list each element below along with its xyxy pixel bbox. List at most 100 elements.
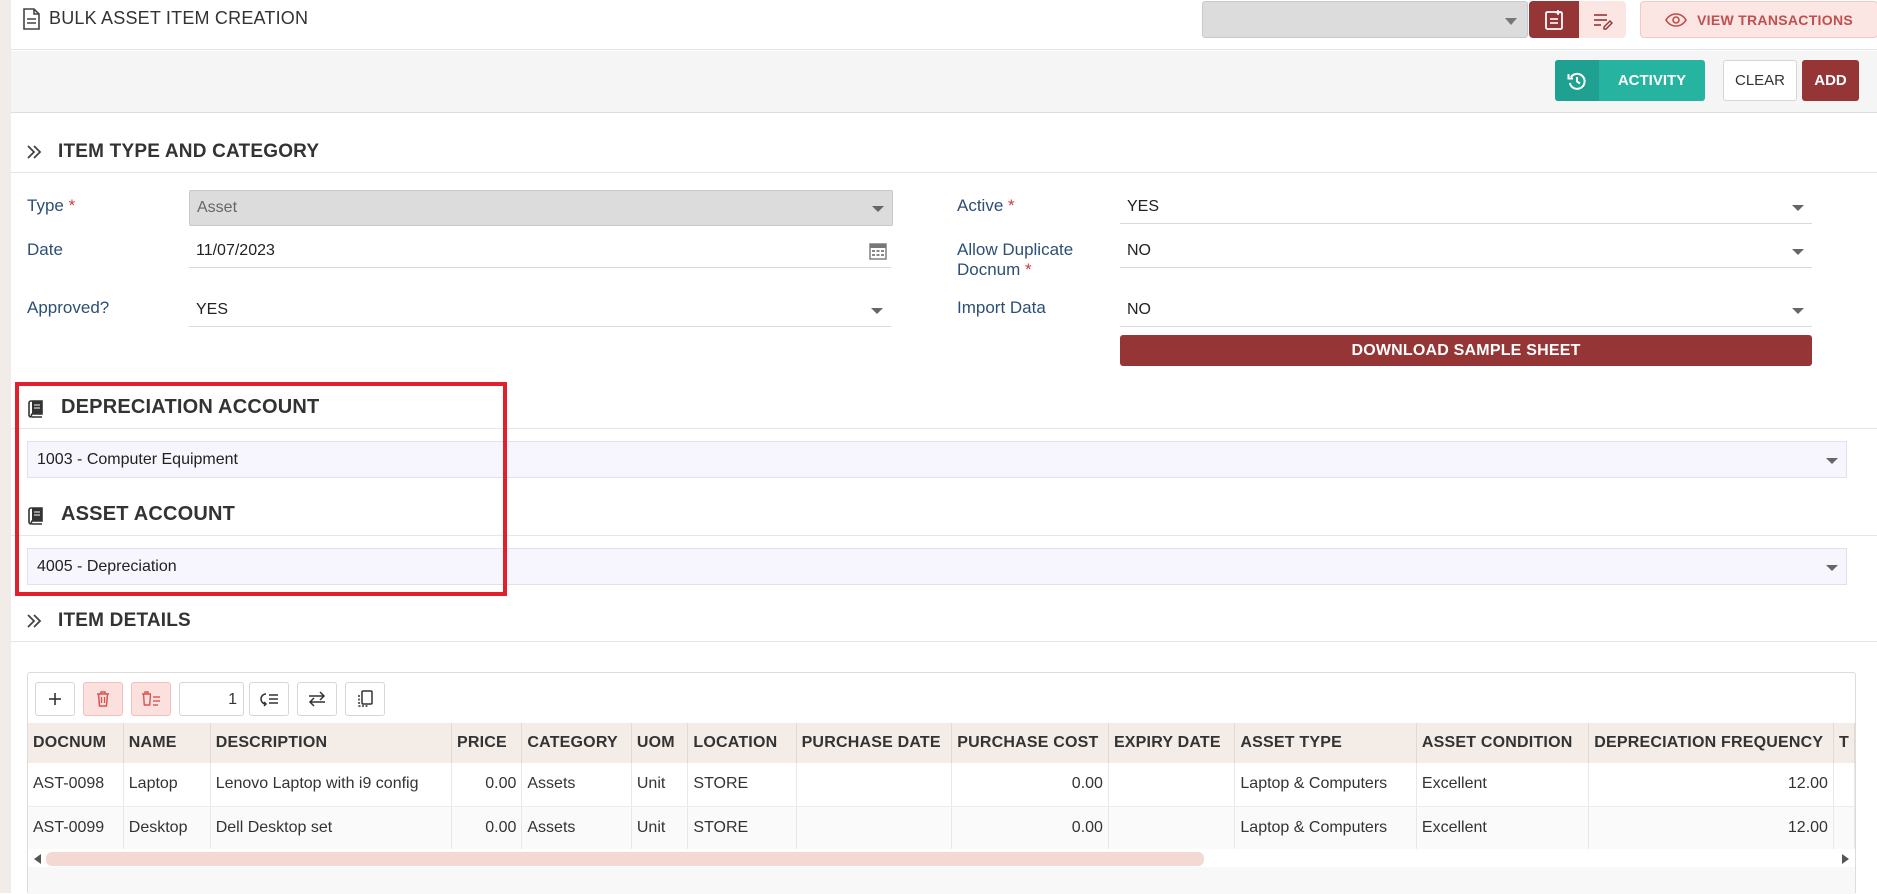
cell-description[interactable]: Lenovo Laptop with i9 config: [210, 763, 452, 807]
cell-t[interactable]: [1833, 806, 1856, 850]
row-count-input[interactable]: 1: [179, 682, 244, 716]
cell-t[interactable]: [1833, 763, 1856, 807]
depreciation-account-title: DEPRECIATION ACCOUNT: [61, 396, 320, 418]
chevron-down-icon: [1826, 458, 1838, 464]
chevron-down-icon: [871, 308, 883, 314]
book-icon: [27, 507, 45, 530]
scroll-left-arrow-icon[interactable]: [34, 854, 41, 864]
column-header[interactable]: ASSET CONDITION: [1416, 723, 1590, 763]
active-label-text: Active: [957, 196, 1004, 215]
column-header[interactable]: PURCHASE DATE: [796, 723, 953, 763]
import-data-select[interactable]: NO: [1120, 293, 1812, 327]
approved-label: Approved?: [27, 298, 110, 317]
column-header[interactable]: CATEGORY: [521, 723, 632, 763]
cell-price[interactable]: 0.00: [451, 806, 523, 850]
add-button[interactable]: ADD: [1802, 60, 1859, 101]
eye-icon: [1665, 12, 1687, 27]
cell-uom[interactable]: Unit: [631, 763, 689, 807]
top-dropdown[interactable]: [1202, 1, 1528, 38]
cell-category[interactable]: Assets: [521, 806, 632, 850]
horizontal-scrollbar[interactable]: [28, 849, 1855, 867]
item-type-section-header[interactable]: ITEM TYPE AND CATEGORY: [11, 133, 1877, 173]
cell-uom[interactable]: Unit: [631, 806, 689, 850]
cell-location[interactable]: STORE: [687, 806, 797, 850]
item-details-grid: 1 DOCNUM NAME DESCRIPTION PRICE CATEGORY…: [27, 672, 1856, 894]
column-header[interactable]: LOCATION: [687, 723, 797, 763]
activity-button[interactable]: ACTIVITY: [1555, 60, 1705, 101]
edit-list-button[interactable]: [1579, 1, 1626, 38]
item-details-section-header[interactable]: ITEM DETAILS: [11, 602, 1877, 642]
cell-asset-type[interactable]: Laptop & Computers: [1234, 763, 1417, 807]
column-header[interactable]: ASSET TYPE: [1234, 723, 1417, 763]
required-marker: *: [1025, 260, 1032, 279]
cell-name[interactable]: Desktop: [123, 806, 211, 850]
add-row-button[interactable]: [35, 682, 75, 716]
chevron-down-icon: [1792, 249, 1804, 255]
column-header[interactable]: DOCNUM: [28, 723, 124, 763]
type-value: Asset: [197, 199, 238, 216]
grid-footer: [28, 867, 1855, 894]
cell-description[interactable]: Dell Desktop set: [210, 806, 452, 850]
copy-button[interactable]: [345, 682, 385, 716]
cell-asset-condition[interactable]: Excellent: [1416, 763, 1590, 807]
cell-price[interactable]: 0.00: [451, 763, 523, 807]
items-table: DOCNUM NAME DESCRIPTION PRICE CATEGORY U…: [28, 723, 1856, 850]
date-label: Date: [27, 240, 63, 259]
cell-depreciation-frequency[interactable]: 12.00: [1588, 806, 1834, 850]
cell-docnum[interactable]: AST-0099: [28, 806, 124, 850]
cell-depreciation-frequency[interactable]: 12.00: [1588, 763, 1834, 807]
date-field[interactable]: 11/07/2023: [189, 234, 891, 268]
type-select[interactable]: Asset: [189, 190, 893, 226]
asset-account-select[interactable]: 4005 - Depreciation: [27, 548, 1847, 585]
double-chevron-right-icon: [25, 612, 43, 635]
chevron-down-icon: [872, 206, 884, 212]
required-marker: *: [68, 196, 76, 215]
allow-duplicate-select[interactable]: NO: [1120, 234, 1812, 268]
swap-arrows-icon: [308, 691, 326, 707]
add-note-button[interactable]: [1529, 1, 1579, 38]
clear-button[interactable]: CLEAR: [1723, 60, 1797, 101]
cell-purchase-date[interactable]: [796, 763, 953, 807]
scrollbar-thumb[interactable]: [46, 852, 1204, 866]
view-transactions-button[interactable]: VIEW TRANSACTIONS: [1640, 1, 1877, 38]
column-header[interactable]: PRICE: [451, 723, 523, 763]
download-sample-sheet-button[interactable]: DOWNLOAD SAMPLE SHEET: [1120, 335, 1812, 366]
delete-selected-button[interactable]: [131, 682, 171, 716]
column-header[interactable]: EXPIRY DATE: [1108, 723, 1236, 763]
grid-toolbar: 1: [28, 673, 1855, 723]
column-header[interactable]: NAME: [123, 723, 211, 763]
column-header[interactable]: UOM: [631, 723, 689, 763]
depreciation-account-select[interactable]: 1003 - Computer Equipment: [27, 441, 1847, 478]
column-header[interactable]: T: [1833, 723, 1856, 763]
activity-label: ACTIVITY: [1617, 72, 1687, 89]
asset-account-header: ASSET ACCOUNT: [11, 494, 1877, 536]
cell-purchase-date[interactable]: [796, 806, 953, 850]
delete-row-button[interactable]: [83, 682, 123, 716]
swap-button[interactable]: [297, 682, 337, 716]
cell-name[interactable]: Laptop: [123, 763, 211, 807]
table-row[interactable]: AST-0098 Laptop Lenovo Laptop with i9 co…: [28, 763, 1856, 807]
list-edit-icon: [1593, 13, 1613, 30]
cell-location[interactable]: STORE: [687, 763, 797, 807]
insert-rows-button[interactable]: [249, 682, 289, 716]
cell-expiry-date[interactable]: [1108, 763, 1236, 807]
allow-duplicate-label: Allow Duplicate Docnum *: [957, 240, 1073, 280]
scroll-right-arrow-icon[interactable]: [1842, 854, 1849, 864]
cell-expiry-date[interactable]: [1108, 806, 1236, 850]
column-header[interactable]: DEPRECIATION FREQUENCY: [1588, 723, 1834, 763]
approved-select[interactable]: YES: [189, 293, 891, 327]
cell-asset-condition[interactable]: Excellent: [1416, 806, 1590, 850]
active-select[interactable]: YES: [1120, 190, 1812, 224]
column-header[interactable]: DESCRIPTION: [210, 723, 452, 763]
cell-category[interactable]: Assets: [521, 763, 632, 807]
cell-purchase-cost[interactable]: 0.00: [951, 806, 1109, 850]
cell-asset-type[interactable]: Laptop & Computers: [1234, 806, 1417, 850]
cell-docnum[interactable]: AST-0098: [28, 763, 124, 807]
column-header[interactable]: PURCHASE COST: [951, 723, 1109, 763]
import-data-label: Import Data: [957, 298, 1046, 317]
type-label-text: Type: [27, 196, 64, 215]
calendar-icon[interactable]: [869, 242, 887, 265]
cell-purchase-cost[interactable]: 0.00: [951, 763, 1109, 807]
table-row[interactable]: AST-0099 Desktop Dell Desktop set 0.00 A…: [28, 806, 1856, 850]
chevron-down-icon: [1826, 565, 1838, 571]
